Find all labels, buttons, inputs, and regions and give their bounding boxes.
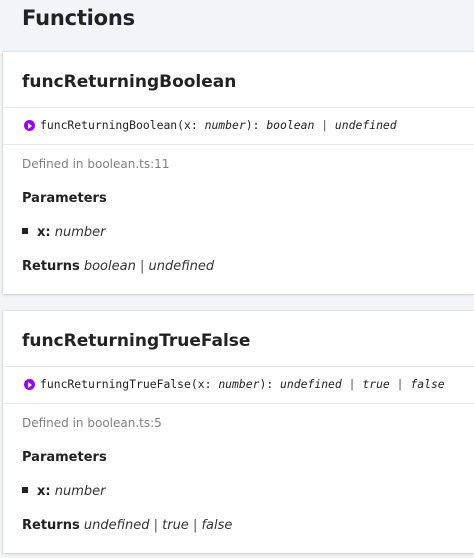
signature-open: (x: bbox=[190, 377, 219, 391]
return-type: true bbox=[162, 518, 189, 533]
parameter-type: number bbox=[54, 225, 106, 240]
function-signature: funcReturningTrueFalse(x: number): undef… bbox=[3, 366, 474, 404]
return-separator: | bbox=[188, 518, 202, 533]
signature-separator: | bbox=[341, 377, 363, 391]
function-signature-icon bbox=[24, 120, 35, 131]
defined-in-source[interactable]: Defined in boolean.ts:5 bbox=[22, 416, 162, 430]
parameter-item: x: number bbox=[22, 225, 105, 240]
returns-label: Returns bbox=[22, 518, 80, 533]
signature-return-type: true bbox=[362, 377, 390, 391]
parameter-name: x: bbox=[37, 225, 51, 240]
signature-param-type: number bbox=[204, 118, 246, 132]
parameters-heading: Parameters bbox=[22, 191, 107, 206]
return-separator: | bbox=[149, 518, 163, 533]
returns-section: Returns undefined | true | false bbox=[22, 518, 232, 533]
signature-param-type: number bbox=[218, 377, 260, 391]
signature-separator: | bbox=[314, 118, 335, 132]
signature-text: funcReturningBoolean(x: number): boolean… bbox=[40, 118, 397, 132]
return-type: undefined bbox=[148, 259, 215, 274]
parameter-item: x: number bbox=[22, 484, 105, 499]
function-title[interactable]: funcReturningBoolean bbox=[22, 72, 236, 92]
signature-text: funcReturningTrueFalse(x: number): undef… bbox=[40, 377, 445, 391]
page-header: Functions bbox=[0, 0, 474, 50]
signature-return-type: boolean bbox=[266, 118, 315, 132]
return-type: boolean bbox=[83, 259, 136, 274]
returns-section: Returns boolean | undefined bbox=[22, 259, 214, 274]
return-type: false bbox=[201, 518, 233, 533]
parameter-name: x: bbox=[37, 484, 51, 499]
defined-in-source[interactable]: Defined in boolean.ts:11 bbox=[22, 157, 169, 171]
signature-name: funcReturningTrueFalse bbox=[40, 377, 191, 391]
signature-close: ): bbox=[259, 377, 281, 391]
function-card-funcReturningBoolean: funcReturningBoolean funcReturningBoolea… bbox=[3, 52, 474, 294]
page-title: Functions bbox=[22, 6, 135, 30]
parameters-heading: Parameters bbox=[22, 450, 107, 465]
signature-name: funcReturningBoolean bbox=[40, 118, 178, 132]
signature-close: ): bbox=[245, 118, 267, 132]
signature-open: (x: bbox=[177, 118, 205, 132]
function-card-funcReturningTrueFalse: funcReturningTrueFalse funcReturningTrue… bbox=[3, 311, 474, 553]
signature-return-type: undefined bbox=[334, 118, 397, 132]
signature-return-type: false bbox=[410, 377, 445, 391]
parameter-type: number bbox=[54, 484, 106, 499]
return-type: undefined bbox=[83, 518, 150, 533]
function-title[interactable]: funcReturningTrueFalse bbox=[22, 331, 250, 351]
returns-label: Returns bbox=[22, 259, 80, 274]
function-signature-icon bbox=[24, 379, 35, 390]
bullet-icon bbox=[22, 227, 28, 234]
function-signature: funcReturningBoolean(x: number): boolean… bbox=[3, 107, 474, 145]
return-separator: | bbox=[135, 259, 149, 274]
signature-return-type: undefined bbox=[280, 377, 342, 391]
signature-separator: | bbox=[389, 377, 411, 391]
bullet-icon bbox=[22, 486, 28, 493]
